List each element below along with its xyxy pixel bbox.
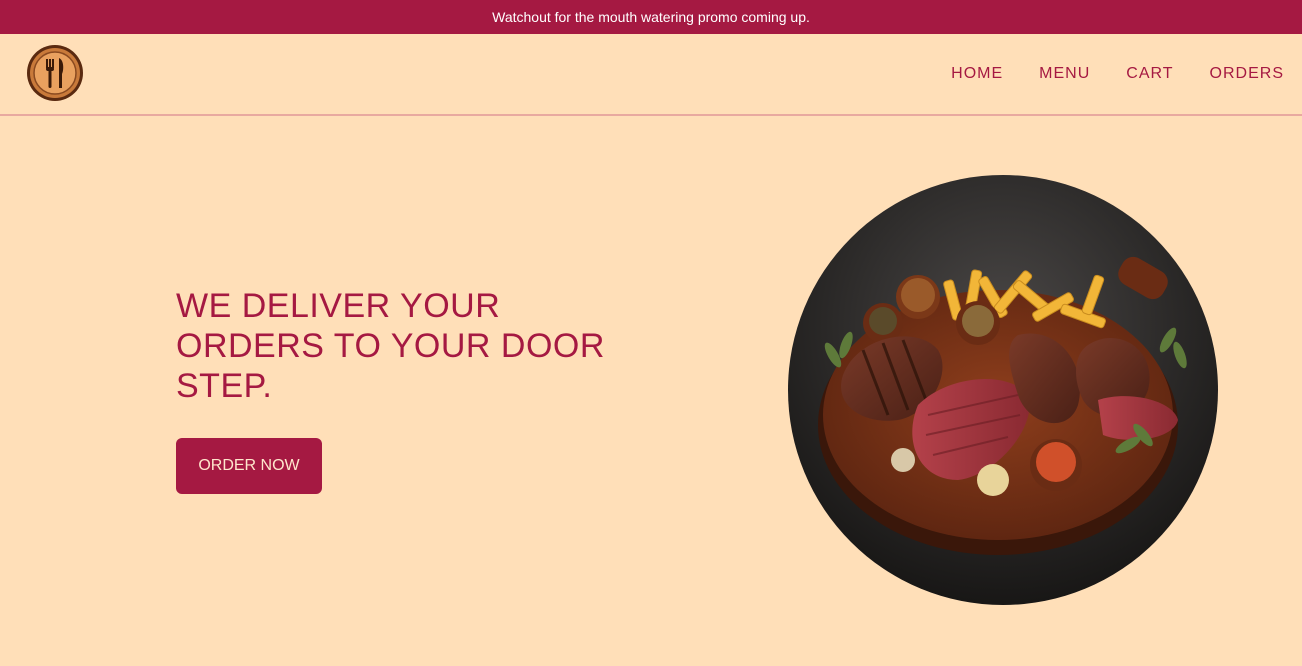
order-now-button[interactable]: ORDER NOW bbox=[176, 438, 322, 494]
nav-home-link[interactable]: HOME bbox=[951, 65, 1003, 83]
promo-banner: Watchout for the mouth watering promo co… bbox=[0, 0, 1302, 34]
promo-text: Watchout for the mouth watering promo co… bbox=[492, 9, 810, 25]
nav-menu-link[interactable]: MENU bbox=[1039, 65, 1090, 83]
fork-knife-icon bbox=[27, 45, 83, 101]
hero-title: WE DELIVER YOUR ORDERS TO YOUR DOOR STEP… bbox=[176, 287, 605, 405]
nav-cart-link[interactable]: CART bbox=[1126, 65, 1173, 83]
steak-platter-image bbox=[788, 175, 1218, 605]
navbar: HOME MENU CART ORDERS bbox=[0, 34, 1302, 116]
logo[interactable] bbox=[26, 44, 84, 102]
nav-orders-link[interactable]: ORDERS bbox=[1210, 65, 1284, 83]
main-nav: HOME MENU CART ORDERS bbox=[951, 34, 1284, 114]
